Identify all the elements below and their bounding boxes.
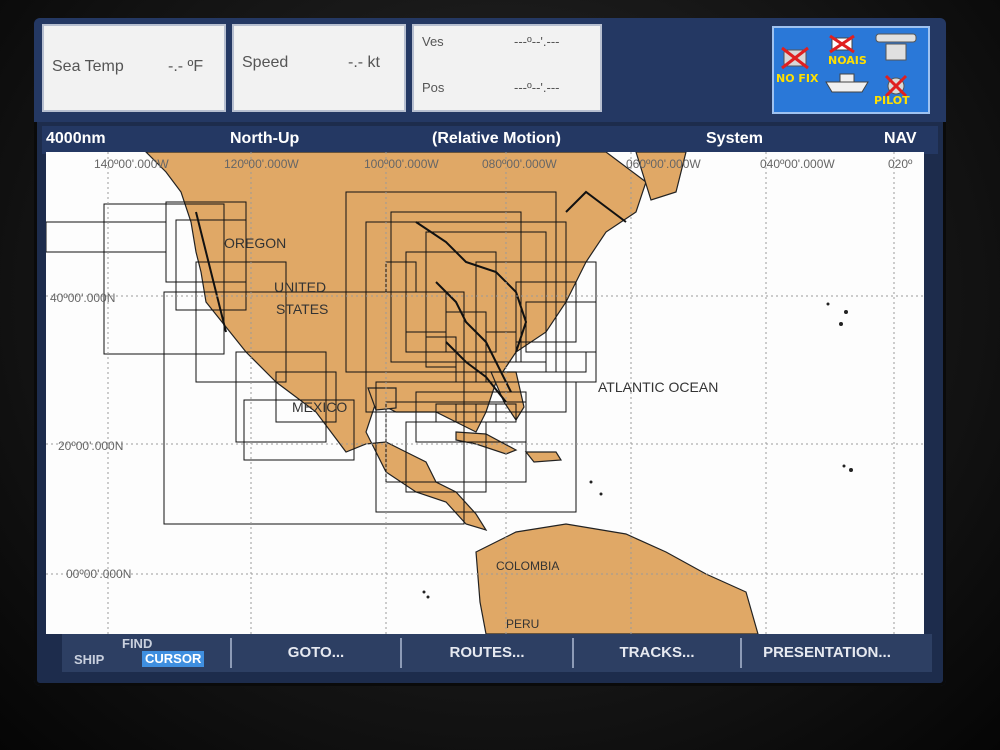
databox-bar: Sea Temp -.- ºF Speed -.- kt Ves ---º--'…: [34, 18, 946, 122]
find-ship-cursor-key[interactable]: FIND SHIP CURSOR: [62, 636, 228, 668]
nautical-chart: 140º00'.000W 120º00'.000W 100º00'.000W 0…: [46, 152, 924, 634]
lat-label-40n: 40º00'.000N: [50, 291, 115, 305]
pos-label: Pos: [422, 80, 445, 95]
lon-label-060w: 060º00'.000W: [626, 157, 701, 171]
label-mexico: MEXICO: [292, 399, 347, 415]
softkey-bar: FIND SHIP CURSOR GOTO... ROUTES... TRACK…: [62, 634, 932, 672]
routes-key[interactable]: ROUTES...: [400, 638, 572, 668]
pos-value: ---º--'.---: [514, 80, 560, 95]
tracks-key[interactable]: TRACKS...: [572, 638, 740, 668]
speed-label: Speed: [242, 54, 289, 71]
label-colombia: COLOMBIA: [496, 559, 559, 573]
lon-label-040w: 040º00'.000W: [760, 157, 835, 171]
hispaniola: [524, 451, 563, 463]
label-united: UNITED: [274, 279, 326, 295]
radar-icon: [875, 33, 917, 61]
ves-label: Ves: [422, 34, 444, 49]
chart-window[interactable]: 140º00'.000W 120º00'.000W 100º00'.000W 0…: [46, 152, 924, 634]
chart-header: 4000nm North-Up (Relative Motion) System…: [42, 126, 938, 154]
position-box[interactable]: Ves ---º--'.--- Pos ---º--'.---: [412, 24, 602, 112]
boat-icon: [825, 73, 869, 93]
lon-label-100w: 100º00'.000W: [364, 157, 439, 171]
no-fix-status: NO FIX: [776, 72, 819, 85]
sea-temp-label: Sea Temp: [52, 58, 124, 75]
find-label: FIND: [122, 636, 153, 651]
presentation-key[interactable]: PRESENTATION...: [740, 638, 912, 668]
ais-icon: [829, 34, 855, 54]
motion-mode-readout[interactable]: (Relative Motion): [432, 130, 561, 148]
lon-label-020w: 020º: [888, 157, 913, 171]
sea-temp-value: -.- ºF: [168, 58, 204, 75]
pilot-status: PILOT: [874, 94, 910, 107]
system-readout: System: [706, 130, 763, 147]
sea-temp-box[interactable]: Sea Temp -.- ºF: [42, 24, 226, 112]
north-america-land: [145, 152, 647, 532]
ves-value: ---º--'.---: [514, 34, 560, 49]
nav-mode-readout: NAV: [884, 130, 917, 147]
gps-icon: [781, 46, 809, 70]
chartplotter-screen: Sea Temp -.- ºF Speed -.- kt Ves ---º--'…: [34, 18, 946, 686]
cursor-option[interactable]: CURSOR: [142, 651, 205, 667]
ship-option[interactable]: SHIP: [74, 652, 104, 667]
lon-label-140w: 140º00'.000W: [94, 157, 169, 171]
label-oregon: OREGON: [224, 235, 286, 251]
speed-value: -.- kt: [348, 54, 380, 71]
autopilot-icon: [884, 74, 908, 98]
orientation-readout[interactable]: North-Up: [230, 130, 299, 148]
no-ais-status: NOAIS: [828, 54, 867, 67]
lon-label-120w: 120º00'.000W: [224, 157, 299, 171]
lat-label-20n: 20º00'.000N: [58, 439, 123, 453]
label-atlantic-ocean: ATLANTIC OCEAN: [598, 379, 718, 395]
speed-box[interactable]: Speed -.- kt: [232, 24, 406, 112]
label-states: STATES: [276, 301, 328, 317]
lon-label-080w: 080º00'.000W: [482, 157, 557, 171]
lat-label-00n: 00º00'.000N: [66, 567, 131, 581]
range-readout[interactable]: 4000nm: [46, 130, 106, 148]
goto-key[interactable]: GOTO...: [230, 638, 400, 668]
label-peru: PERU: [506, 617, 539, 631]
status-panel[interactable]: NO FIX NOAIS PILOT: [772, 26, 930, 114]
